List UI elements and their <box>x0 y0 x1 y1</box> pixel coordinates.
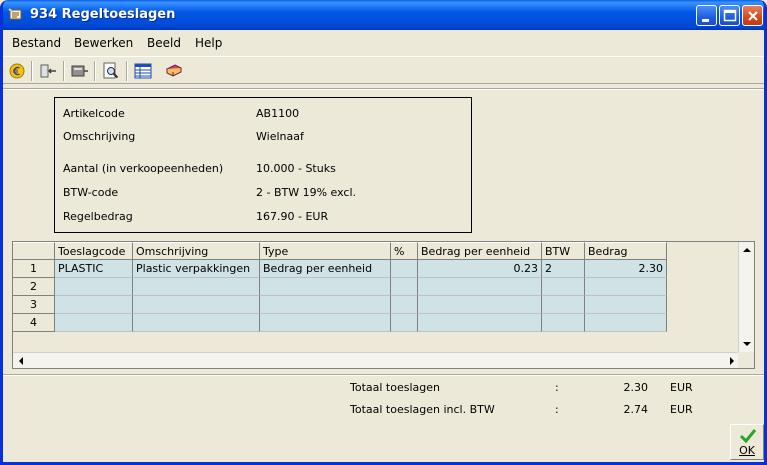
table-cell[interactable] <box>391 296 418 314</box>
table-cell[interactable] <box>542 314 585 332</box>
total-currency: EUR <box>670 381 693 394</box>
description-value: Wielnaaf <box>256 130 304 143</box>
table-cell[interactable] <box>418 278 542 296</box>
table-cell[interactable]: 2.30 <box>585 260 667 278</box>
menu-bestand[interactable]: Bestand <box>12 36 61 50</box>
scrollbar-corner <box>738 352 754 368</box>
table-cell[interactable]: PLASTIC <box>55 260 133 278</box>
table-cell[interactable] <box>133 296 260 314</box>
table-cell[interactable]: Bedrag per eenheid <box>260 260 391 278</box>
table-cell[interactable] <box>391 314 418 332</box>
table-cell[interactable] <box>55 278 133 296</box>
row-number[interactable]: 1 <box>13 260 55 278</box>
menu-bar: Bestand Bewerken Beeld Help <box>3 30 764 54</box>
print-preview-icon[interactable] <box>101 61 121 81</box>
row-number[interactable]: 2 <box>13 278 55 296</box>
table-cell[interactable]: Plastic verpakkingen <box>133 260 260 278</box>
ok-button[interactable]: OK <box>730 424 764 460</box>
article-code-value: AB1100 <box>256 107 300 120</box>
menu-beeld[interactable]: Beeld <box>147 36 181 50</box>
scroll-down-icon[interactable] <box>739 336 755 352</box>
toolbar-separator <box>31 61 33 81</box>
table-cell[interactable] <box>391 260 418 278</box>
record-back-icon[interactable] <box>38 61 58 81</box>
title-bar[interactable]: 934 Regeltoeslagen <box>3 0 764 30</box>
toolbar-separator <box>126 61 128 81</box>
toolbar <box>3 56 764 84</box>
euro-icon[interactable] <box>7 61 27 81</box>
column-header-bedrag[interactable]: Bedrag <box>585 242 667 260</box>
row-number[interactable]: 3 <box>13 296 55 314</box>
divider <box>3 375 764 376</box>
menu-help[interactable]: Help <box>195 36 222 50</box>
table-cell[interactable] <box>585 278 667 296</box>
table-cell[interactable] <box>133 314 260 332</box>
row-number[interactable]: 4 <box>13 314 55 332</box>
column-header-toeslagcode[interactable]: Toeslagcode <box>55 242 133 260</box>
dialog-window: 934 Regeltoeslagen Bestand Bewerken Beel… <box>0 0 767 465</box>
total-incl-vat-currency: EUR <box>670 403 693 416</box>
table-cell[interactable] <box>391 278 418 296</box>
book-icon[interactable] <box>164 61 184 81</box>
table-cell[interactable] <box>418 296 542 314</box>
column-header-amount-per-unit[interactable]: Bedrag per eenheid <box>418 242 542 260</box>
scroll-up-icon[interactable] <box>739 242 755 258</box>
divider <box>3 89 764 90</box>
total-incl-vat-colon: : <box>555 403 559 416</box>
total-surcharges-label: Totaal toeslagen <box>350 381 440 394</box>
ok-button-label: OK <box>739 444 755 457</box>
total-incl-vat-value: 2.74 <box>623 403 649 416</box>
column-header-percent[interactable]: % <box>391 242 418 260</box>
description-label: Omschrijving <box>63 130 136 143</box>
app-icon <box>8 7 24 23</box>
table-cell[interactable]: 2 <box>542 260 585 278</box>
window-title: 934 Regeltoeslagen <box>30 7 176 22</box>
column-header-omschrijving[interactable]: Omschrijving <box>133 242 260 260</box>
column-header-btw[interactable]: BTW <box>542 242 585 260</box>
toolbar-separator <box>94 61 96 81</box>
table-cell[interactable] <box>133 278 260 296</box>
menu-bewerken[interactable]: Bewerken <box>74 36 133 50</box>
table-cell[interactable] <box>542 278 585 296</box>
table-cell[interactable] <box>418 314 542 332</box>
total-colon: : <box>555 381 559 394</box>
table-cell[interactable] <box>260 314 391 332</box>
row-header-corner <box>13 242 55 260</box>
column-header-type[interactable]: Type <box>260 242 391 260</box>
scroll-left-icon[interactable] <box>13 353 29 369</box>
vat-code-label: BTW-code <box>63 186 119 199</box>
line-amount-label: Regelbedrag <box>63 210 133 223</box>
close-button[interactable] <box>742 5 763 26</box>
quantity-label: Aantal (in verkoopeenheden) <box>63 162 224 175</box>
table-cell[interactable] <box>542 296 585 314</box>
total-surcharges-value: 2.30 <box>623 381 649 394</box>
table-view-icon[interactable] <box>133 61 153 81</box>
article-info-panel: Artikelcode AB1100 Omschrijving Wielnaaf… <box>54 97 472 233</box>
toolbar-separator <box>63 61 65 81</box>
table-cell[interactable] <box>260 296 391 314</box>
quantity-value: 10.000 - Stuks <box>256 162 336 175</box>
total-incl-vat-label: Totaal toeslagen incl. BTW <box>350 403 495 416</box>
horizontal-scrollbar[interactable] <box>13 352 740 368</box>
vertical-scrollbar[interactable] <box>738 242 754 352</box>
line-amount-value: 167.90 - EUR <box>256 210 329 223</box>
table-cell[interactable]: 0.23 <box>418 260 542 278</box>
table-cell[interactable] <box>260 278 391 296</box>
table-cell[interactable] <box>585 314 667 332</box>
minimize-button[interactable] <box>696 5 717 26</box>
maximize-button[interactable] <box>719 5 740 26</box>
article-code-label: Artikelcode <box>63 107 125 120</box>
surcharge-table[interactable]: Toeslagcode Omschrijving Type % Bedrag p… <box>12 241 755 369</box>
vat-code-value: 2 - BTW 19% excl. <box>256 186 357 199</box>
record-forward-icon[interactable] <box>69 61 89 81</box>
table-cell[interactable] <box>55 314 133 332</box>
table-cell[interactable] <box>55 296 133 314</box>
table-cell[interactable] <box>585 296 667 314</box>
